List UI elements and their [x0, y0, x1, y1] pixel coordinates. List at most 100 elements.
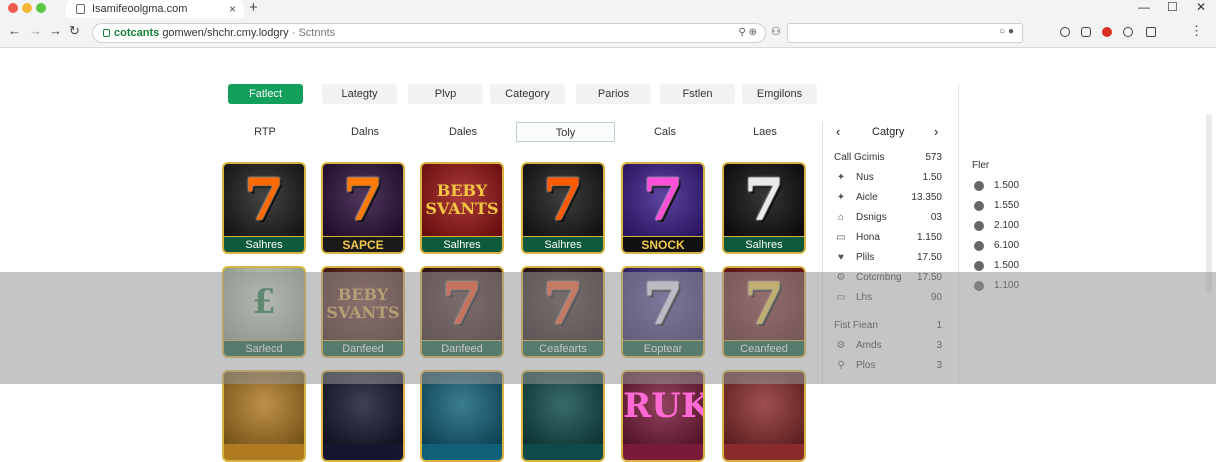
seven-icon: 7: [441, 270, 483, 338]
profile-icon[interactable]: [1146, 27, 1156, 37]
filter-value: 2.100: [994, 220, 1020, 231]
filter-value-icon: [974, 181, 984, 191]
game-tile[interactable]: 7 Danfeed: [420, 266, 504, 358]
back-button[interactable]: ←: [8, 23, 21, 38]
tab-close-icon[interactable]: ×: [229, 0, 236, 18]
category-row-label: Cotcmbng: [856, 272, 902, 283]
filter-value-icon: [974, 201, 984, 211]
filter-value-row[interactable]: 2.100: [972, 218, 1032, 234]
new-tab-button[interactable]: +: [249, 0, 258, 16]
filter-value-row[interactable]: 1.100: [972, 278, 1032, 294]
prev-category-icon[interactable]: ‹: [836, 122, 840, 142]
game-tile[interactable]: 7 Salhres: [222, 162, 306, 254]
filter-button[interactable]: Emgilons: [742, 84, 817, 104]
category-row[interactable]: ✦ Aicle 13.350: [834, 190, 944, 206]
sort-tab[interactable]: Dalns: [322, 122, 408, 142]
game-title: SAPCE: [323, 236, 403, 252]
game-title: Eoptear: [623, 340, 703, 356]
filter-button[interactable]: Lategty: [322, 84, 397, 104]
category-row[interactable]: ⌂ Dsnigs 03: [834, 210, 944, 226]
category-row[interactable]: ♥ Plils 17.50: [834, 250, 944, 266]
address-url: gomwen/shchr.cmy.lodgry: [162, 27, 289, 39]
sort-tab[interactable]: Dales: [420, 122, 506, 142]
filter-value-icon: [974, 241, 984, 251]
game-title: Danfeed: [323, 340, 403, 356]
category-row-icon: ♥: [838, 252, 844, 263]
category-row-value: 3: [936, 360, 942, 371]
maximize-button[interactable]: ☐: [1167, 0, 1178, 14]
sort-tab[interactable]: Cals: [622, 122, 708, 142]
filter-value: 1.100: [994, 280, 1020, 291]
sort-tab[interactable]: RTP: [222, 122, 308, 142]
category-row[interactable]: ✦ Nus 1.50: [834, 170, 944, 186]
game-tile[interactable]: BEBY SVANTS Salhres: [420, 162, 504, 254]
filter-value: 6.100: [994, 240, 1020, 251]
game-tile[interactable]: 7 Salhres: [521, 162, 605, 254]
sort-tab[interactable]: Laes: [722, 122, 808, 142]
category-row[interactable]: ▭ Lhs 90: [834, 290, 944, 306]
filter-button[interactable]: Parios: [576, 84, 651, 104]
close-window-dot[interactable]: [8, 3, 18, 13]
seven-icon: 7: [743, 166, 785, 234]
game-title: Salhres: [224, 236, 304, 252]
category-row[interactable]: ▭ Hona 1.150: [834, 230, 944, 246]
game-tile[interactable]: 7 Salhres: [722, 162, 806, 254]
game-title: Ceanfeed: [724, 340, 804, 356]
address-icons[interactable]: ⚲ ⊕: [739, 24, 757, 42]
scrollbar[interactable]: [1206, 114, 1212, 294]
category-row[interactable]: ⚲ Plos 3: [834, 358, 944, 374]
category-row-value: 17.50: [916, 252, 942, 263]
forward-button-2[interactable]: →: [49, 23, 62, 38]
toolbar-circle-icon[interactable]: [1060, 27, 1070, 37]
game-tile[interactable]: 7 SNOCK: [621, 162, 705, 254]
game-tile[interactable]: £ Sarlecd: [222, 266, 306, 358]
category-row-icon: ▭: [836, 232, 846, 243]
category-row-label: Plils: [856, 252, 875, 263]
filter-button[interactable]: Category: [490, 84, 565, 104]
record-icon[interactable]: [1102, 27, 1112, 37]
game-logo-text: RUK: [623, 386, 705, 426]
search-box-icons[interactable]: ○ ●: [999, 26, 1014, 37]
seven-icon: 7: [342, 166, 384, 234]
filter-value-row[interactable]: 1.500: [972, 178, 1032, 194]
seven-icon: 7: [542, 270, 584, 338]
game-tile[interactable]: BEBY SVANTS Danfeed: [321, 266, 405, 358]
filter-value-row[interactable]: 1.500: [972, 258, 1032, 274]
category-row-label: Lhs: [856, 292, 873, 303]
extension-icon[interactable]: ⚇: [771, 25, 781, 38]
filter-button[interactable]: Plvp: [408, 84, 483, 104]
game-tile[interactable]: 7 SAPCE: [321, 162, 405, 254]
category-row-icon: ⚙: [836, 340, 846, 351]
close-button[interactable]: ✕: [1196, 0, 1206, 14]
game-artwork: [724, 372, 804, 444]
browser-tab[interactable]: Isamifeoolgma.com ×: [66, 0, 244, 18]
secure-label: cotcants: [114, 27, 160, 39]
category-row[interactable]: ⚙ Cotcmbng 17.50: [834, 270, 944, 286]
filter-button[interactable]: Fatlect: [228, 84, 303, 104]
address-bar[interactable]: cotcants gomwen/shchr.cmy.lodgry · Sctnn…: [92, 23, 766, 43]
filter-value-row[interactable]: 1.550: [972, 198, 1032, 214]
minimize-button[interactable]: —: [1138, 0, 1150, 14]
category-row-value: 03: [930, 212, 942, 223]
category-row-value: 90: [930, 292, 942, 303]
tab-title: Isamifeoolgma.com: [92, 3, 188, 15]
menu-icon[interactable]: ⋮: [1190, 23, 1203, 39]
game-tile[interactable]: 7 Eoptear: [621, 266, 705, 358]
shield-icon[interactable]: [1081, 27, 1091, 37]
reload-button[interactable]: ↻: [69, 23, 80, 39]
filter-value-icon: [974, 281, 984, 291]
category-row-label: Hona: [856, 232, 880, 243]
game-title: Salhres: [724, 236, 804, 252]
search-box[interactable]: ○ ●: [787, 23, 1023, 43]
filter-button[interactable]: Fstlen: [660, 84, 735, 104]
forward-button[interactable]: →: [29, 23, 42, 38]
game-tile[interactable]: 7 Ceanfeed: [722, 266, 806, 358]
sort-tab[interactable]: Toly: [516, 122, 615, 142]
category-row[interactable]: ⚙ Amds 3: [834, 338, 944, 354]
minimize-window-dot[interactable]: [22, 3, 32, 13]
next-category-icon[interactable]: ›: [934, 122, 938, 142]
game-tile[interactable]: 7 Ceafearts: [521, 266, 605, 358]
filter-value-row[interactable]: 6.100: [972, 238, 1032, 254]
zoom-window-dot[interactable]: [36, 3, 46, 13]
puzzle-icon[interactable]: [1123, 27, 1133, 37]
